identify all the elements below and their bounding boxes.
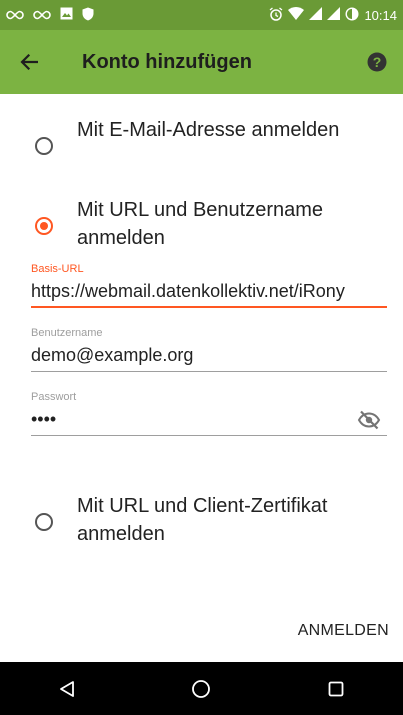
username-field: Benutzername	[31, 326, 387, 372]
battery-icon	[345, 6, 359, 24]
option-url-user[interactable]: Mit URL und Benutzername anmelden	[0, 196, 403, 252]
option-email-label: Mit E-Mail-Adresse anmelden	[77, 119, 340, 141]
back-triangle-icon[interactable]	[47, 669, 87, 709]
status-right: 10:14	[269, 6, 397, 24]
image-icon	[60, 7, 73, 23]
alarm-icon	[269, 6, 283, 24]
base-url-field: Basis-URL	[31, 262, 387, 308]
action-bar: ANMELDEN	[0, 594, 403, 662]
status-left	[6, 7, 94, 24]
page-title: Konto hinzufügen	[82, 50, 252, 73]
visibility-off-icon[interactable]	[357, 408, 381, 432]
password-label: Passwort	[31, 391, 77, 403]
radio-url-cert[interactable]	[35, 513, 53, 531]
infinity-icon	[6, 8, 24, 23]
password-input[interactable]	[31, 404, 387, 436]
shield-icon	[82, 7, 94, 24]
username-input[interactable]	[31, 340, 387, 372]
radio-url-user[interactable]	[35, 217, 53, 235]
recents-square-icon[interactable]	[316, 669, 356, 709]
infinity-icon	[33, 8, 51, 23]
option-email[interactable]: Mit E-Mail-Adresse anmelden	[0, 116, 403, 155]
radio-email[interactable]	[35, 137, 53, 155]
base-url-label: Basis-URL	[31, 263, 84, 275]
login-options: Mit E-Mail-Adresse anmelden Mit URL und …	[0, 94, 403, 594]
base-url-input[interactable]	[31, 276, 387, 308]
help-icon[interactable]: ?	[363, 48, 391, 76]
status-bar: 10:14	[0, 0, 403, 30]
password-field: Passwort	[31, 390, 387, 436]
status-time: 10:14	[364, 7, 397, 23]
svg-text:?: ?	[373, 54, 382, 70]
option-url-cert[interactable]: Mit URL und Client-Zertifikat anmelden	[0, 492, 403, 548]
option-url-user-label: Mit URL und Benutzername anmelden	[77, 199, 324, 249]
signal-icon	[309, 7, 323, 23]
arrow-back-icon[interactable]	[12, 45, 46, 79]
toolbar: Konto hinzufügen ?	[0, 30, 403, 94]
navigation-bar	[0, 662, 403, 715]
wifi-icon	[288, 7, 305, 23]
home-circle-icon[interactable]	[181, 669, 221, 709]
option-url-cert-label: Mit URL und Client-Zertifikat anmelden	[77, 495, 328, 545]
anmelden-button[interactable]: ANMELDEN	[288, 614, 399, 648]
username-label: Benutzername	[31, 327, 103, 339]
signal-icon	[327, 7, 341, 23]
